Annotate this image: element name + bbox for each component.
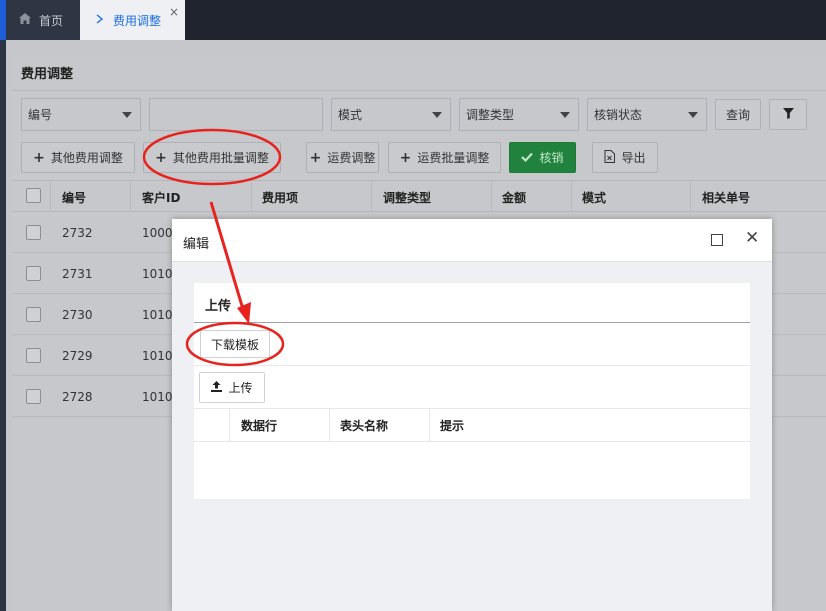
column-header-mode: 模式 xyxy=(582,191,607,205)
column-header-related-no: 相关单号 xyxy=(702,191,751,205)
upload-icon xyxy=(211,380,223,395)
filter-adjust-type-value: 调整类型 xyxy=(466,108,515,122)
close-icon[interactable]: ✕ xyxy=(745,230,759,247)
plus-icon: + xyxy=(155,149,167,166)
download-template-button[interactable]: 下载模板 xyxy=(200,330,270,358)
row-id: 2728 xyxy=(62,390,93,404)
chevron-down-icon xyxy=(560,112,570,118)
column-header-customer: 客户ID xyxy=(142,191,181,205)
home-icon xyxy=(19,13,31,27)
dialog-title: 编辑 xyxy=(183,237,210,252)
freight-adjust-label: 运费调整 xyxy=(327,151,376,165)
column-header-id: 编号 xyxy=(62,191,87,205)
maximize-icon[interactable] xyxy=(711,234,723,246)
page-title: 费用调整 xyxy=(21,67,74,82)
row-customer: 1010 xyxy=(142,308,173,322)
column-header-hint: 提示 xyxy=(440,419,465,433)
divider xyxy=(194,408,750,409)
other-fee-batch-adjust-button[interactable]: + 其他费用批量调整 xyxy=(143,142,281,173)
download-template-label: 下载模板 xyxy=(210,337,259,352)
edit-dialog: 编辑 ✕ 上传 下载模板 上传 数据行 表头名称 提示 xyxy=(172,219,772,611)
other-fee-batch-adjust-label: 其他费用批量调整 xyxy=(172,151,269,165)
column-divider xyxy=(690,181,691,212)
row-checkbox[interactable] xyxy=(26,348,41,363)
row-id: 2730 xyxy=(62,308,93,322)
row-customer: 1010 xyxy=(142,267,173,281)
freight-batch-adjust-label: 运费批量调整 xyxy=(417,151,490,165)
divider xyxy=(12,90,826,91)
column-divider xyxy=(329,409,330,442)
column-divider xyxy=(429,409,430,442)
upload-label: 上传 xyxy=(228,381,253,395)
column-header-data-row: 数据行 xyxy=(241,419,278,433)
close-tab-icon[interactable]: × xyxy=(169,5,179,19)
other-fee-adjust-button[interactable]: + 其他费用调整 xyxy=(21,142,135,173)
column-divider xyxy=(50,181,51,212)
export-file-icon xyxy=(604,149,616,166)
column-divider xyxy=(371,181,372,212)
filter-text-input[interactable] xyxy=(149,98,323,131)
filter-id-value: 编号 xyxy=(28,108,53,122)
filter-adjust-type-select[interactable]: 调整类型 xyxy=(459,98,579,131)
tab-home[interactable]: 首页 xyxy=(6,0,80,40)
filter-icon xyxy=(782,107,794,122)
filter-mode-select[interactable]: 模式 xyxy=(331,98,451,131)
row-checkbox[interactable] xyxy=(26,225,41,240)
filter-writeoff-status-value: 核销状态 xyxy=(594,108,643,122)
divider xyxy=(194,441,750,442)
chevron-right-icon xyxy=(96,13,104,27)
row-id: 2732 xyxy=(62,226,93,240)
column-divider xyxy=(229,409,230,442)
row-checkbox[interactable] xyxy=(26,307,41,322)
column-header-adjust-type: 调整类型 xyxy=(383,191,432,205)
divider xyxy=(194,365,750,366)
filter-id-select[interactable]: 编号 xyxy=(21,98,141,131)
column-divider xyxy=(130,181,131,212)
query-button[interactable]: 查询 xyxy=(715,99,761,130)
writeoff-button[interactable]: 核销 xyxy=(509,142,576,173)
column-divider xyxy=(491,181,492,212)
filter-mode-value: 模式 xyxy=(338,108,363,122)
row-checkbox[interactable] xyxy=(26,266,41,281)
chevron-down-icon xyxy=(432,112,442,118)
row-customer: 1010 xyxy=(142,349,173,363)
tab-bar: 首页 费用调整 × xyxy=(0,0,826,40)
select-all-checkbox[interactable] xyxy=(26,188,41,203)
column-header-header-name: 表头名称 xyxy=(340,419,389,433)
freight-batch-adjust-button[interactable]: + 运费批量调整 xyxy=(388,142,501,173)
dialog-header: 编辑 ✕ xyxy=(172,219,772,262)
tab-home-label: 首页 xyxy=(39,13,64,28)
chevron-down-icon xyxy=(122,112,132,118)
filter-writeoff-status-select[interactable]: 核销状态 xyxy=(587,98,707,131)
chevron-down-icon xyxy=(688,112,698,118)
row-id: 2731 xyxy=(62,267,93,281)
writeoff-label: 核销 xyxy=(539,151,564,165)
plus-icon: + xyxy=(399,149,412,166)
other-fee-adjust-label: 其他费用调整 xyxy=(50,151,123,165)
upload-card: 上传 下载模板 上传 数据行 表头名称 提示 xyxy=(194,283,750,499)
tab-fee-adjustment-label: 费用调整 xyxy=(113,13,162,28)
column-header-fee-item: 费用项 xyxy=(262,191,299,205)
freight-adjust-button[interactable]: + 运费调整 xyxy=(306,142,379,173)
column-divider xyxy=(251,181,252,212)
row-checkbox[interactable] xyxy=(26,389,41,404)
check-icon xyxy=(521,151,534,165)
column-divider xyxy=(571,181,572,212)
export-button[interactable]: 导出 xyxy=(592,142,658,173)
filter-button[interactable] xyxy=(769,99,807,130)
row-customer: 1000 xyxy=(142,226,173,240)
row-id: 2729 xyxy=(62,349,93,363)
column-header-amount: 金额 xyxy=(502,191,527,205)
query-label: 查询 xyxy=(725,108,750,122)
divider xyxy=(194,322,750,323)
upload-section-title: 上传 xyxy=(205,299,232,314)
plus-icon: + xyxy=(309,149,322,166)
upload-button[interactable]: 上传 xyxy=(199,372,265,403)
plus-icon: + xyxy=(33,149,45,166)
export-label: 导出 xyxy=(621,151,646,165)
tab-fee-adjustment[interactable]: 费用调整 × xyxy=(80,0,185,40)
row-customer: 1010 xyxy=(142,390,173,404)
